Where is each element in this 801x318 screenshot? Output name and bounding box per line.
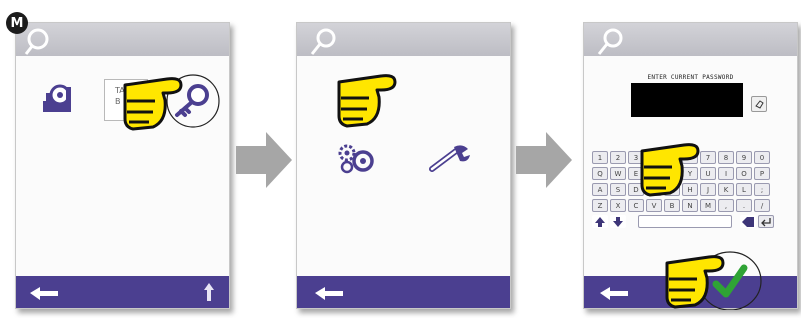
password-input[interactable] — [631, 83, 743, 117]
step-badge: M — [6, 12, 28, 34]
keyboard-row — [592, 215, 790, 228]
up-arrow-icon — [595, 216, 605, 227]
keyboard-key[interactable]: O — [736, 167, 752, 180]
next-step-arrow — [516, 132, 572, 188]
keyboard-key[interactable]: 0 — [754, 151, 770, 164]
pointing-hand-icon — [665, 255, 725, 309]
key-icon — [597, 28, 623, 55]
top-bar — [16, 23, 229, 56]
keyboard-key[interactable]: A — [592, 183, 608, 196]
keyboard-key[interactable]: 1 — [592, 151, 608, 164]
bottom-bar — [16, 276, 229, 308]
screen-password-entry: ENTER CURRENT PASSWORD 1234567890 QWERTY… — [583, 22, 798, 310]
sensor-chart-icon — [43, 84, 71, 112]
next-step-arrow — [236, 132, 292, 188]
pointing-hand-icon — [337, 74, 397, 128]
enter-key[interactable] — [758, 215, 774, 228]
keyboard-key[interactable]: S — [610, 183, 626, 196]
keyboard-key[interactable]: . — [736, 199, 752, 212]
up-arrow-icon[interactable] — [202, 281, 216, 303]
enter-icon — [761, 217, 771, 226]
keyboard-key[interactable]: Q — [592, 167, 608, 180]
keyboard-key[interactable]: W — [610, 167, 626, 180]
password-prompt-label: ENTER CURRENT PASSWORD — [647, 74, 734, 81]
keyboard-key[interactable]: K — [718, 183, 734, 196]
keyboard-key[interactable]: I — [718, 167, 734, 180]
back-arrow-icon[interactable] — [26, 283, 62, 303]
key-icon — [24, 28, 49, 55]
top-bar — [584, 23, 797, 56]
back-arrow-icon[interactable] — [596, 283, 632, 303]
keyboard-key[interactable]: Z — [592, 199, 608, 212]
keyboard-key[interactable]: P — [754, 167, 770, 180]
sensor-chart-button[interactable] — [40, 83, 74, 115]
keyboard-key[interactable]: / — [754, 199, 770, 212]
backspace-key[interactable] — [740, 215, 756, 228]
shift-down-key[interactable] — [610, 215, 626, 228]
keyboard-key[interactable]: 2 — [610, 151, 626, 164]
keyboard-key[interactable]: 8 — [718, 151, 734, 164]
back-arrow-icon[interactable] — [311, 283, 347, 303]
gears-icon[interactable] — [335, 141, 379, 175]
space-key[interactable] — [638, 215, 732, 228]
down-arrow-icon — [613, 216, 623, 227]
keyboard-key[interactable]: , — [718, 199, 734, 212]
wrench-icon[interactable] — [426, 141, 472, 175]
backspace-icon — [742, 216, 754, 227]
keyboard-key[interactable]: L — [736, 183, 752, 196]
pointing-hand-icon — [123, 77, 183, 131]
top-bar — [297, 23, 510, 56]
bottom-bar — [297, 276, 510, 308]
pointing-hand-icon — [640, 143, 700, 197]
keyboard-key[interactable]: ; — [754, 183, 770, 196]
eraser-icon — [755, 100, 764, 109]
screen-settings-menu — [296, 22, 511, 309]
keyboard-key[interactable]: X — [610, 199, 626, 212]
key-icon — [310, 28, 336, 55]
show-password-button[interactable] — [751, 96, 767, 112]
keyboard-key[interactable]: 9 — [736, 151, 752, 164]
shift-up-key[interactable] — [592, 215, 608, 228]
screen-main-menu: TA B — [15, 22, 230, 309]
